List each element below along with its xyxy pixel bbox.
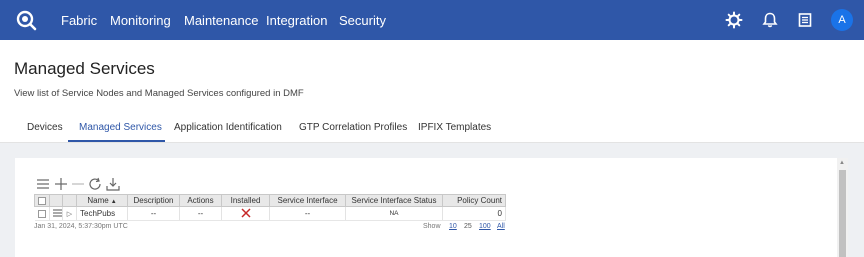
row-checkbox-cell[interactable]	[34, 206, 50, 221]
cell-name[interactable]: TechPubs	[76, 206, 128, 221]
table-header-row: Name ▲ Description Actions Installed Serv…	[34, 194, 506, 207]
column-header-installed[interactable]: Installed	[221, 194, 270, 207]
row-expand-cell[interactable]: ▷	[62, 206, 77, 221]
expand-header	[62, 194, 77, 207]
tab-gtp-correlation-profiles[interactable]: GTP Correlation Profiles	[299, 122, 407, 133]
row-menu-icon[interactable]	[53, 209, 62, 217]
column-header-description[interactable]: Description	[127, 194, 180, 207]
page-size-10[interactable]: 10	[449, 223, 457, 230]
download-icon[interactable]	[106, 177, 120, 191]
tab-application-identification[interactable]: Application Identification	[174, 122, 282, 133]
cell-actions: --	[179, 206, 222, 221]
menu-icon[interactable]	[36, 177, 50, 191]
row-checkbox[interactable]	[37, 209, 46, 218]
show-label: Show	[423, 223, 441, 230]
x-icon	[240, 207, 251, 218]
page-size-25[interactable]: 25	[464, 223, 472, 230]
table-row[interactable]: ▷ TechPubs -- -- -- NA 0	[34, 206, 506, 221]
nav-maintenance[interactable]: Maintenance	[184, 13, 258, 28]
cell-service-interface-status: NA	[345, 206, 443, 221]
tab-ipfix-templates[interactable]: IPFIX Templates	[418, 122, 491, 133]
remove-icon[interactable]	[71, 177, 85, 191]
cell-service-interface: --	[269, 206, 346, 221]
nav-monitoring[interactable]: Monitoring	[110, 13, 171, 28]
nav-integration[interactable]: Integration	[266, 13, 327, 28]
scroll-up-arrow-icon[interactable]: ▲	[839, 160, 845, 166]
expand-triangle-icon[interactable]: ▷	[67, 211, 72, 218]
page-size-100[interactable]: 100	[479, 223, 491, 230]
column-header-actions[interactable]: Actions	[179, 194, 222, 207]
last-updated-timestamp: Jan 31, 2024, 5:37:30pm UTC	[34, 223, 128, 230]
logo-icon[interactable]	[15, 9, 37, 31]
scrollbar-thumb[interactable]	[839, 170, 846, 257]
column-header-service-interface-status[interactable]: Service Interface Status	[345, 194, 443, 207]
tab-devices[interactable]: Devices	[27, 122, 63, 133]
avatar[interactable]: A	[831, 9, 853, 31]
page-size-all[interactable]: All	[497, 223, 505, 230]
document-icon[interactable]	[796, 11, 814, 29]
tab-managed-services[interactable]: Managed Services	[79, 122, 162, 133]
column-header-policy-count[interactable]: Policy Count	[442, 194, 506, 207]
column-header-name[interactable]: Name ▲	[76, 194, 128, 207]
cell-policy-count: 0	[442, 206, 506, 221]
page-subtitle: View list of Service Nodes and Managed S…	[14, 88, 304, 99]
row-menu-header	[49, 194, 63, 207]
refresh-icon[interactable]	[88, 177, 102, 191]
sort-ascending-icon[interactable]: ▲	[111, 199, 117, 205]
managed-services-table: Name ▲ Description Actions Installed Serv…	[34, 194, 506, 221]
row-menu-cell[interactable]	[49, 206, 63, 221]
column-header-service-interface[interactable]: Service Interface	[269, 194, 346, 207]
add-icon[interactable]	[54, 177, 68, 191]
nav-security[interactable]: Security	[339, 13, 386, 28]
cell-description: --	[127, 206, 180, 221]
page-title: Managed Services	[14, 59, 155, 78]
cell-installed	[221, 206, 270, 221]
select-all-checkbox[interactable]	[38, 196, 46, 205]
nav-fabric[interactable]: Fabric	[61, 13, 97, 28]
gear-icon[interactable]	[725, 11, 743, 29]
top-nav-bar: Fabric Monitoring Maintenance Integratio…	[0, 0, 864, 40]
select-all-checkbox-cell[interactable]	[34, 194, 50, 207]
bell-icon[interactable]	[761, 11, 779, 29]
